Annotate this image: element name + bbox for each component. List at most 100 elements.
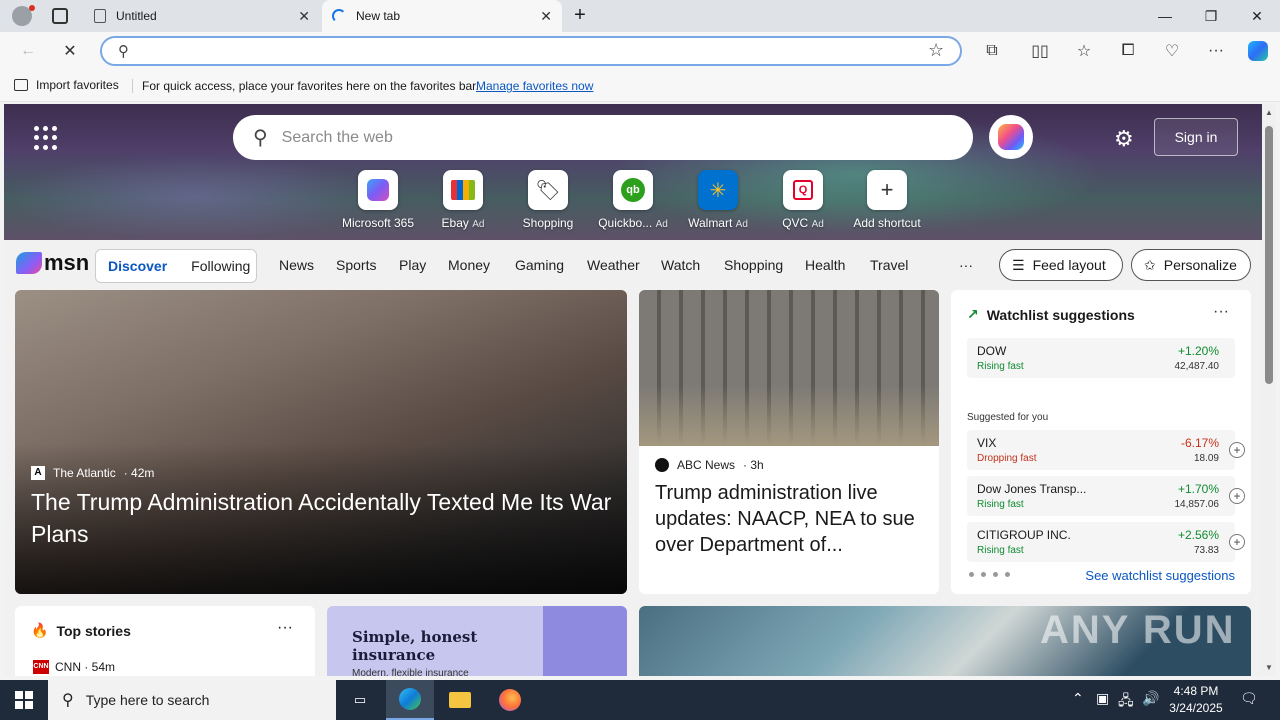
meet-now-icon[interactable]: ▣: [1096, 690, 1109, 707]
notifications-icon[interactable]: 🗨: [1240, 690, 1258, 707]
msn-logo[interactable]: msn: [16, 250, 89, 276]
chevron-up-icon[interactable]: ⌃: [1072, 690, 1084, 707]
more-options-icon[interactable]: ···: [277, 619, 293, 637]
close-tab-icon[interactable]: ✕: [540, 8, 552, 25]
shortcut-shopping[interactable]: 🏷 Shopping: [508, 170, 588, 230]
stock-value: 42,487.40: [1174, 361, 1220, 372]
network-icon[interactable]: 🖧: [1118, 690, 1134, 714]
ad-label: Ad: [655, 219, 668, 230]
nav-news[interactable]: News: [279, 257, 314, 273]
restore-button[interactable]: ❐: [1188, 0, 1234, 32]
more-options-icon[interactable]: ···: [1202, 38, 1230, 64]
favorite-star-icon[interactable]: ☆: [928, 40, 944, 61]
stock-row[interactable]: VIX Dropping fast -6.17% 18.09 +: [967, 430, 1245, 470]
nav-travel[interactable]: Travel: [870, 257, 908, 273]
taskbar-clock[interactable]: 4:48 PM 3/24/2025: [1164, 683, 1228, 717]
split-screen-icon[interactable]: ▯▯: [1026, 38, 1054, 64]
msn-nav-bar: msn Discover Following News Sports Play …: [4, 242, 1262, 286]
nav-health[interactable]: Health: [805, 257, 845, 273]
tab-new-tab[interactable]: New tab ✕: [322, 0, 562, 32]
nav-money[interactable]: Money: [448, 257, 490, 273]
scroll-up-icon[interactable]: ▲: [1265, 108, 1273, 117]
scrollbar-thumb[interactable]: [1265, 126, 1273, 384]
add-to-watchlist-button[interactable]: +: [1229, 534, 1245, 550]
volume-icon[interactable]: 🔊: [1142, 690, 1159, 707]
taskbar-search-placeholder: Type here to search: [85, 692, 210, 708]
source-name: ABC News: [677, 458, 736, 472]
shortcut-qvc[interactable]: Q QVC Ad: [763, 170, 843, 230]
tab-title: New tab: [356, 9, 401, 23]
task-view-button[interactable]: ▭: [336, 680, 384, 720]
card-source[interactable]: CNN CNN · 54m: [33, 660, 115, 674]
start-button[interactable]: [0, 680, 48, 720]
stock-value: 18.09: [1193, 453, 1219, 464]
new-tab-page: ⚲ Search the web ⚙ Sign in Microsoft 365…: [4, 104, 1262, 676]
feed-layout-button[interactable]: ☰ Feed layout: [999, 249, 1123, 281]
nav-gaming[interactable]: Gaming: [515, 257, 564, 273]
news-card-abc[interactable]: ABC News · 3h Trump administration live …: [639, 290, 939, 594]
close-window-button[interactable]: ✕: [1234, 0, 1280, 32]
browser-essentials-icon[interactable]: ♡: [1158, 38, 1186, 64]
department-of-education-image: [639, 290, 939, 446]
app-launcher-icon[interactable]: [34, 126, 62, 150]
news-card-hero[interactable]: A The Atlantic · 42m The Trump Administr…: [15, 290, 627, 594]
top-stories-label: Top stories: [56, 622, 131, 639]
taskbar-search-box[interactable]: ⚲ Type here to search: [48, 680, 336, 720]
address-bar[interactable]: ⚲ ☆: [100, 36, 962, 66]
close-tab-icon[interactable]: ✕: [298, 8, 310, 25]
page-scrollbar[interactable]: ▲ ▼: [1262, 104, 1276, 676]
add-to-watchlist-button[interactable]: +: [1229, 442, 1245, 458]
ad-headline: Simple, honest insurance: [352, 628, 478, 664]
import-icon: [14, 79, 28, 91]
stock-row[interactable]: DOW Rising fast +1.20% 42,487.40: [967, 338, 1235, 378]
tab-discover[interactable]: Discover: [108, 258, 167, 274]
favorites-icon[interactable]: ☆: [1070, 38, 1098, 64]
nav-shopping[interactable]: Shopping: [724, 257, 783, 273]
gear-icon[interactable]: ⚙: [1114, 126, 1134, 152]
sign-in-button[interactable]: Sign in: [1154, 118, 1238, 156]
card-headline[interactable]: Trump administration live updates: NAACP…: [655, 480, 930, 558]
import-favorites-button[interactable]: Import favorites: [14, 78, 119, 92]
stop-loading-button[interactable]: ✕: [56, 38, 84, 64]
nav-watch[interactable]: Watch: [661, 257, 700, 273]
add-to-watchlist-button[interactable]: +: [1229, 488, 1245, 504]
file-explorer-taskbar-icon[interactable]: [436, 680, 484, 720]
web-search-box[interactable]: ⚲ Search the web: [233, 115, 973, 160]
see-watchlist-link[interactable]: See watchlist suggestions: [1085, 568, 1235, 583]
stock-row[interactable]: Dow Jones Transp... Rising fast +1.70% 1…: [967, 476, 1245, 516]
scroll-down-icon[interactable]: ▼: [1265, 663, 1273, 672]
browser-toolbar: ← ✕ ⚲ ☆ ⧉ ▯▯ ☆ ⧠ ♡ ···: [0, 32, 1280, 70]
shortcut-quickbooks[interactable]: qb Quickbo... Ad: [593, 170, 673, 230]
tab-actions-icon[interactable]: [52, 8, 68, 24]
copilot-icon[interactable]: [1244, 38, 1272, 64]
shortcut-walmart[interactable]: ✳ Walmart Ad: [678, 170, 758, 230]
shortcut-ebay[interactable]: Ebay Ad: [423, 170, 503, 230]
extensions-icon[interactable]: ⧉: [978, 38, 1006, 64]
add-shortcut-button[interactable]: + Add shortcut: [847, 170, 927, 230]
stock-name: DOW: [977, 344, 1007, 358]
shortcut-microsoft-365[interactable]: Microsoft 365: [338, 170, 418, 230]
nav-sports[interactable]: Sports: [336, 257, 376, 273]
nav-play[interactable]: Play: [399, 257, 426, 273]
insurance-ad-card[interactable]: Simple, honest insurance Modern, flexibl…: [327, 606, 627, 676]
tab-following[interactable]: Following: [191, 258, 250, 274]
nav-more-icon[interactable]: ···: [959, 257, 973, 273]
nav-weather[interactable]: Weather: [587, 257, 640, 273]
minimize-button[interactable]: —: [1142, 0, 1188, 32]
collections-icon[interactable]: ⧠: [1114, 38, 1142, 64]
carousel-dots[interactable]: [969, 572, 1010, 577]
shortcut-label: Shopping: [522, 216, 574, 230]
copilot-icon[interactable]: [989, 115, 1033, 159]
manage-favorites-link[interactable]: Manage favorites now: [476, 79, 593, 93]
new-tab-button[interactable]: +: [568, 4, 592, 28]
more-options-icon[interactable]: ···: [1213, 303, 1229, 321]
card-headline[interactable]: The Trump Administration Accidentally Te…: [31, 486, 621, 550]
top-stories-card: 🔥 Top stories ··· CNN CNN · 54m: [15, 606, 315, 676]
firefox-taskbar-icon[interactable]: [486, 680, 534, 720]
tab-untitled[interactable]: Untitled ✕: [84, 0, 320, 32]
personalize-button[interactable]: ✩ Personalize: [1131, 249, 1251, 281]
edge-taskbar-icon[interactable]: [386, 680, 434, 720]
back-button[interactable]: ←: [14, 38, 42, 64]
search-icon: ⚲: [62, 692, 74, 709]
stock-row[interactable]: CITIGROUP INC. Rising fast +2.56% 73.83 …: [967, 522, 1245, 562]
